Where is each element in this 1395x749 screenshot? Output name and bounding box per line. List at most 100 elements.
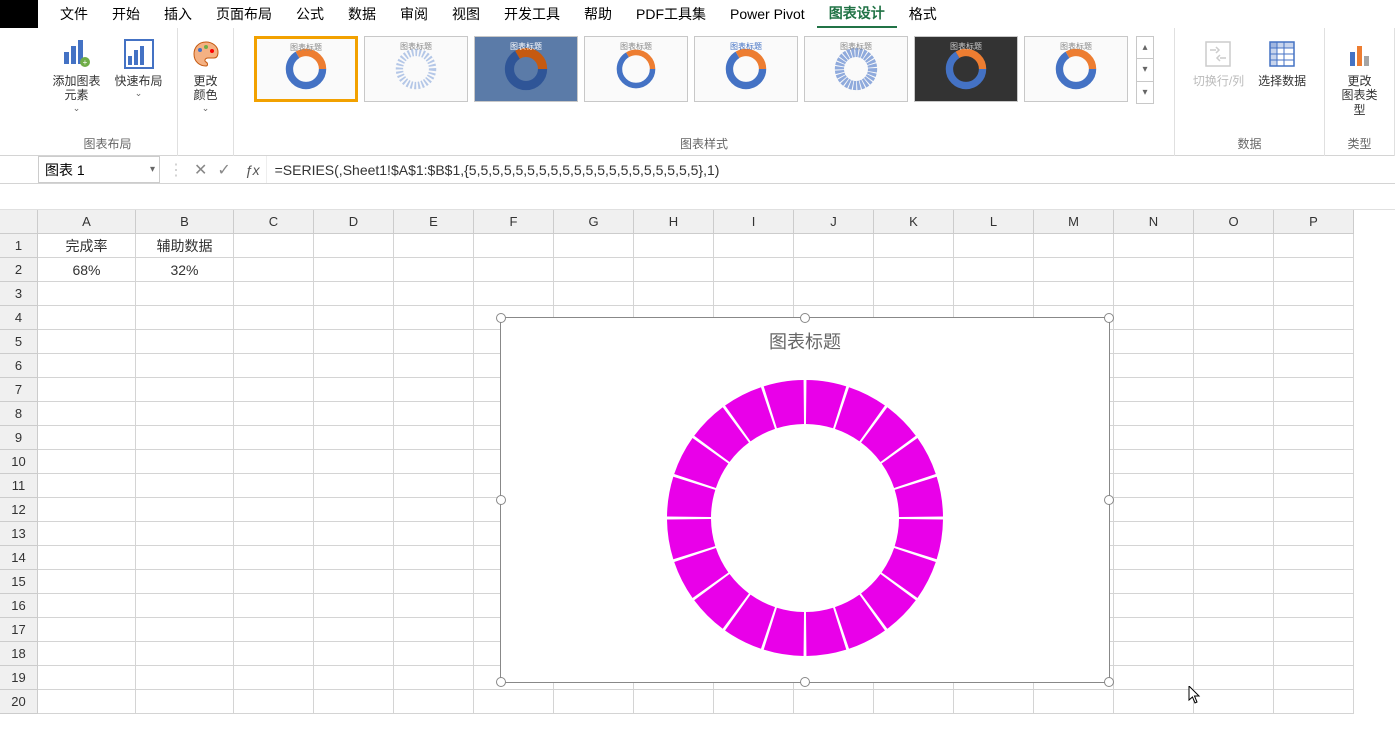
cell-N11[interactable]: [1114, 474, 1194, 498]
cell-I2[interactable]: [714, 258, 794, 282]
tab-home[interactable]: 开始: [100, 1, 152, 27]
add-chart-element-button[interactable]: + 添加图表 元素 ⌄: [46, 36, 106, 116]
cell-E16[interactable]: [394, 594, 474, 618]
cell-B1[interactable]: 辅助数据: [136, 234, 234, 258]
cell-C19[interactable]: [234, 666, 314, 690]
column-header-B[interactable]: B: [136, 210, 234, 234]
resize-handle-mr[interactable]: [1104, 495, 1114, 505]
row-header-5[interactable]: 5: [0, 330, 38, 354]
cell-C3[interactable]: [234, 282, 314, 306]
cell-P20[interactable]: [1274, 690, 1354, 714]
cell-O3[interactable]: [1194, 282, 1274, 306]
cell-F2[interactable]: [474, 258, 554, 282]
cell-O4[interactable]: [1194, 306, 1274, 330]
cell-E10[interactable]: [394, 450, 474, 474]
chart-object[interactable]: 图表标题: [500, 317, 1110, 683]
column-header-G[interactable]: G: [554, 210, 634, 234]
cell-C7[interactable]: [234, 378, 314, 402]
resize-handle-bm[interactable]: [800, 677, 810, 687]
cell-E12[interactable]: [394, 498, 474, 522]
cell-M1[interactable]: [1034, 234, 1114, 258]
cell-M2[interactable]: [1034, 258, 1114, 282]
row-header-10[interactable]: 10: [0, 450, 38, 474]
cell-B2[interactable]: 32%: [136, 258, 234, 282]
cell-F1[interactable]: [474, 234, 554, 258]
cell-C15[interactable]: [234, 570, 314, 594]
column-header-D[interactable]: D: [314, 210, 394, 234]
tab-view[interactable]: 视图: [440, 1, 492, 27]
cell-P14[interactable]: [1274, 546, 1354, 570]
gallery-expand[interactable]: ▾: [1137, 82, 1153, 103]
cell-A10[interactable]: [38, 450, 136, 474]
row-header-4[interactable]: 4: [0, 306, 38, 330]
resize-handle-ml[interactable]: [496, 495, 506, 505]
cell-O16[interactable]: [1194, 594, 1274, 618]
cell-B6[interactable]: [136, 354, 234, 378]
cell-N17[interactable]: [1114, 618, 1194, 642]
tab-powerpivot[interactable]: Power Pivot: [718, 3, 817, 25]
cell-E13[interactable]: [394, 522, 474, 546]
cell-N16[interactable]: [1114, 594, 1194, 618]
cell-O9[interactable]: [1194, 426, 1274, 450]
cell-O19[interactable]: [1194, 666, 1274, 690]
cell-A1[interactable]: 完成率: [38, 234, 136, 258]
cell-D3[interactable]: [314, 282, 394, 306]
cell-P16[interactable]: [1274, 594, 1354, 618]
row-header-6[interactable]: 6: [0, 354, 38, 378]
cell-N5[interactable]: [1114, 330, 1194, 354]
cell-B9[interactable]: [136, 426, 234, 450]
cell-K1[interactable]: [874, 234, 954, 258]
cell-C2[interactable]: [234, 258, 314, 282]
cell-E4[interactable]: [394, 306, 474, 330]
column-header-L[interactable]: L: [954, 210, 1034, 234]
cell-A18[interactable]: [38, 642, 136, 666]
cell-O10[interactable]: [1194, 450, 1274, 474]
confirm-formula-button[interactable]: ✓: [217, 160, 230, 180]
cell-C6[interactable]: [234, 354, 314, 378]
cell-D18[interactable]: [314, 642, 394, 666]
row-header-15[interactable]: 15: [0, 570, 38, 594]
row-header-14[interactable]: 14: [0, 546, 38, 570]
resize-handle-bl[interactable]: [496, 677, 506, 687]
cell-E2[interactable]: [394, 258, 474, 282]
cell-D8[interactable]: [314, 402, 394, 426]
cell-L1[interactable]: [954, 234, 1034, 258]
cell-G20[interactable]: [554, 690, 634, 714]
cell-A7[interactable]: [38, 378, 136, 402]
cell-E15[interactable]: [394, 570, 474, 594]
cell-D1[interactable]: [314, 234, 394, 258]
cell-E3[interactable]: [394, 282, 474, 306]
cell-A9[interactable]: [38, 426, 136, 450]
column-header-I[interactable]: I: [714, 210, 794, 234]
cell-E6[interactable]: [394, 354, 474, 378]
cell-A13[interactable]: [38, 522, 136, 546]
cell-B14[interactable]: [136, 546, 234, 570]
cell-C14[interactable]: [234, 546, 314, 570]
cell-C11[interactable]: [234, 474, 314, 498]
row-header-16[interactable]: 16: [0, 594, 38, 618]
cell-P9[interactable]: [1274, 426, 1354, 450]
cell-D17[interactable]: [314, 618, 394, 642]
cell-J20[interactable]: [794, 690, 874, 714]
cell-K20[interactable]: [874, 690, 954, 714]
cell-C18[interactable]: [234, 642, 314, 666]
tab-pdf[interactable]: PDF工具集: [624, 1, 718, 27]
cell-P4[interactable]: [1274, 306, 1354, 330]
cell-P10[interactable]: [1274, 450, 1354, 474]
cell-E5[interactable]: [394, 330, 474, 354]
cell-P18[interactable]: [1274, 642, 1354, 666]
change-chart-type-button[interactable]: 更改 图表类型: [1331, 32, 1388, 119]
cell-N8[interactable]: [1114, 402, 1194, 426]
formula-input[interactable]: =SERIES(,Sheet1!$A$1:$B$1,{5,5,5,5,5,5,5…: [266, 156, 1395, 183]
tab-help[interactable]: 帮助: [572, 1, 624, 27]
resize-handle-tr[interactable]: [1104, 313, 1114, 323]
cell-O2[interactable]: [1194, 258, 1274, 282]
cell-B11[interactable]: [136, 474, 234, 498]
cell-C16[interactable]: [234, 594, 314, 618]
cell-N2[interactable]: [1114, 258, 1194, 282]
cell-H3[interactable]: [634, 282, 714, 306]
cell-D12[interactable]: [314, 498, 394, 522]
cell-I1[interactable]: [714, 234, 794, 258]
cell-N19[interactable]: [1114, 666, 1194, 690]
cell-P19[interactable]: [1274, 666, 1354, 690]
